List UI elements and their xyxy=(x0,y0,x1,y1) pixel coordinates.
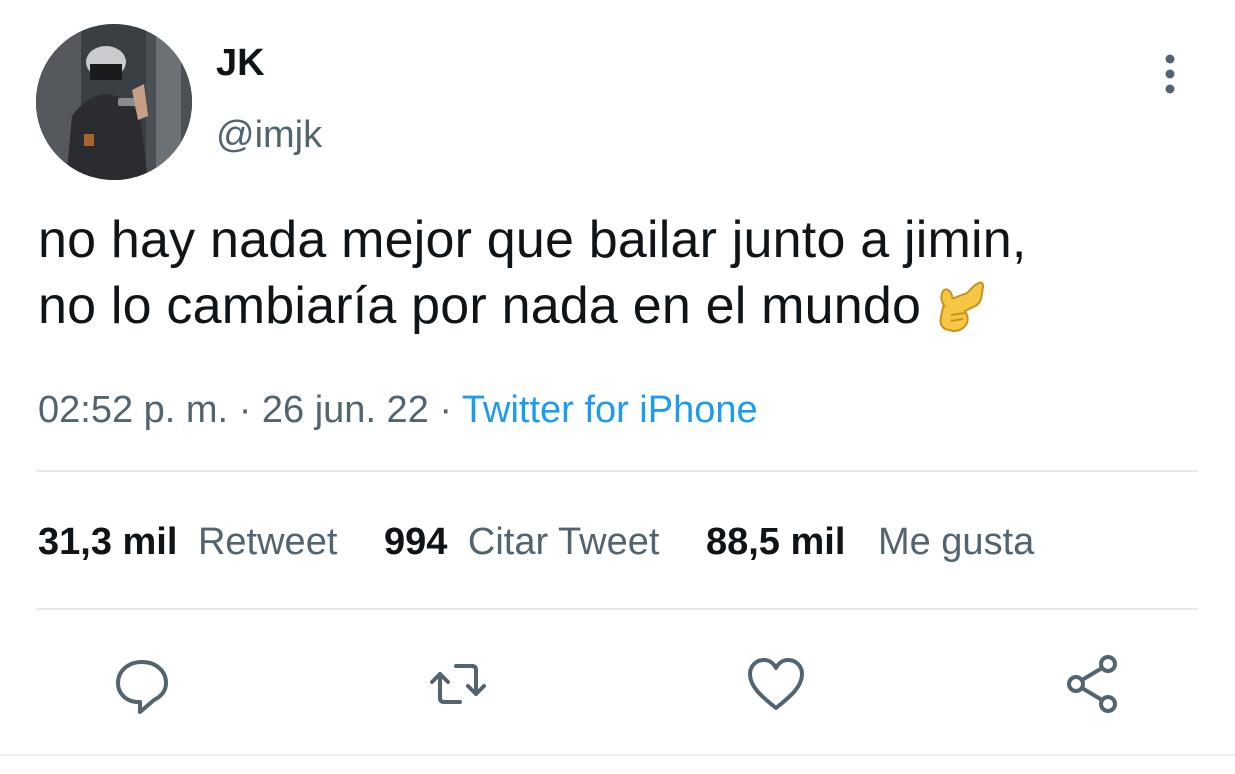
retweets-count: 31,3 mil xyxy=(38,521,178,563)
user-handle[interactable]: @imjk xyxy=(216,112,322,158)
quotes-stat[interactable]: 994 Citar Tweet xyxy=(384,518,659,566)
share-button[interactable] xyxy=(1060,652,1124,716)
more-options-button[interactable] xyxy=(1150,52,1190,96)
quotes-count: 994 xyxy=(383,521,448,563)
likes-stat[interactable]: 88,5 mil Me gusta xyxy=(706,518,1034,566)
retweet-button[interactable] xyxy=(426,652,490,716)
likes-count: 88,5 mil xyxy=(705,521,846,563)
meta-separator: · xyxy=(439,389,453,431)
divider xyxy=(36,608,1198,610)
tweet-source-link[interactable]: Twitter for iPhone xyxy=(462,389,758,431)
retweet-icon xyxy=(430,664,486,704)
retweets-stat[interactable]: 31,3 mil Retweet xyxy=(38,518,337,566)
quotes-label: Citar Tweet xyxy=(467,521,660,563)
tweet-meta: 02:52 p. m. · 26 jun. 22 · Twitter for i… xyxy=(38,386,758,434)
tweet-text-line-2-content: no lo cambiaría por nada en el mundo xyxy=(38,277,922,335)
tweet-text-line-1: no hay nada mejor que bailar junto a jim… xyxy=(38,211,1027,269)
divider xyxy=(36,470,1198,472)
like-button[interactable] xyxy=(744,652,808,716)
meta-separator: · xyxy=(238,389,252,431)
call-me-hand-emoji-icon xyxy=(935,277,987,335)
avatar-image xyxy=(36,24,192,180)
heart-icon xyxy=(748,658,804,710)
likes-label: Me gusta xyxy=(877,521,1035,563)
display-name[interactable]: JK xyxy=(216,40,265,86)
bottom-divider xyxy=(0,754,1235,756)
tweet-date[interactable]: 26 jun. 22 xyxy=(262,389,429,431)
more-vertical-icon xyxy=(1165,54,1175,94)
share-icon xyxy=(1067,655,1117,713)
avatar[interactable] xyxy=(36,24,192,180)
tweet-stats: 31,3 mil Retweet 994 Citar Tweet 88,5 mi… xyxy=(38,518,1034,566)
reply-icon xyxy=(116,660,168,714)
reply-button[interactable] xyxy=(110,652,174,716)
tweet-text-line-2: no lo cambiaría por nada en el mundo xyxy=(38,273,1218,339)
tweet-text: no hay nada mejor que bailar junto a jim… xyxy=(38,207,1218,339)
tweet-time[interactable]: 02:52 p. m. xyxy=(38,389,228,431)
retweets-label: Retweet xyxy=(197,521,338,563)
